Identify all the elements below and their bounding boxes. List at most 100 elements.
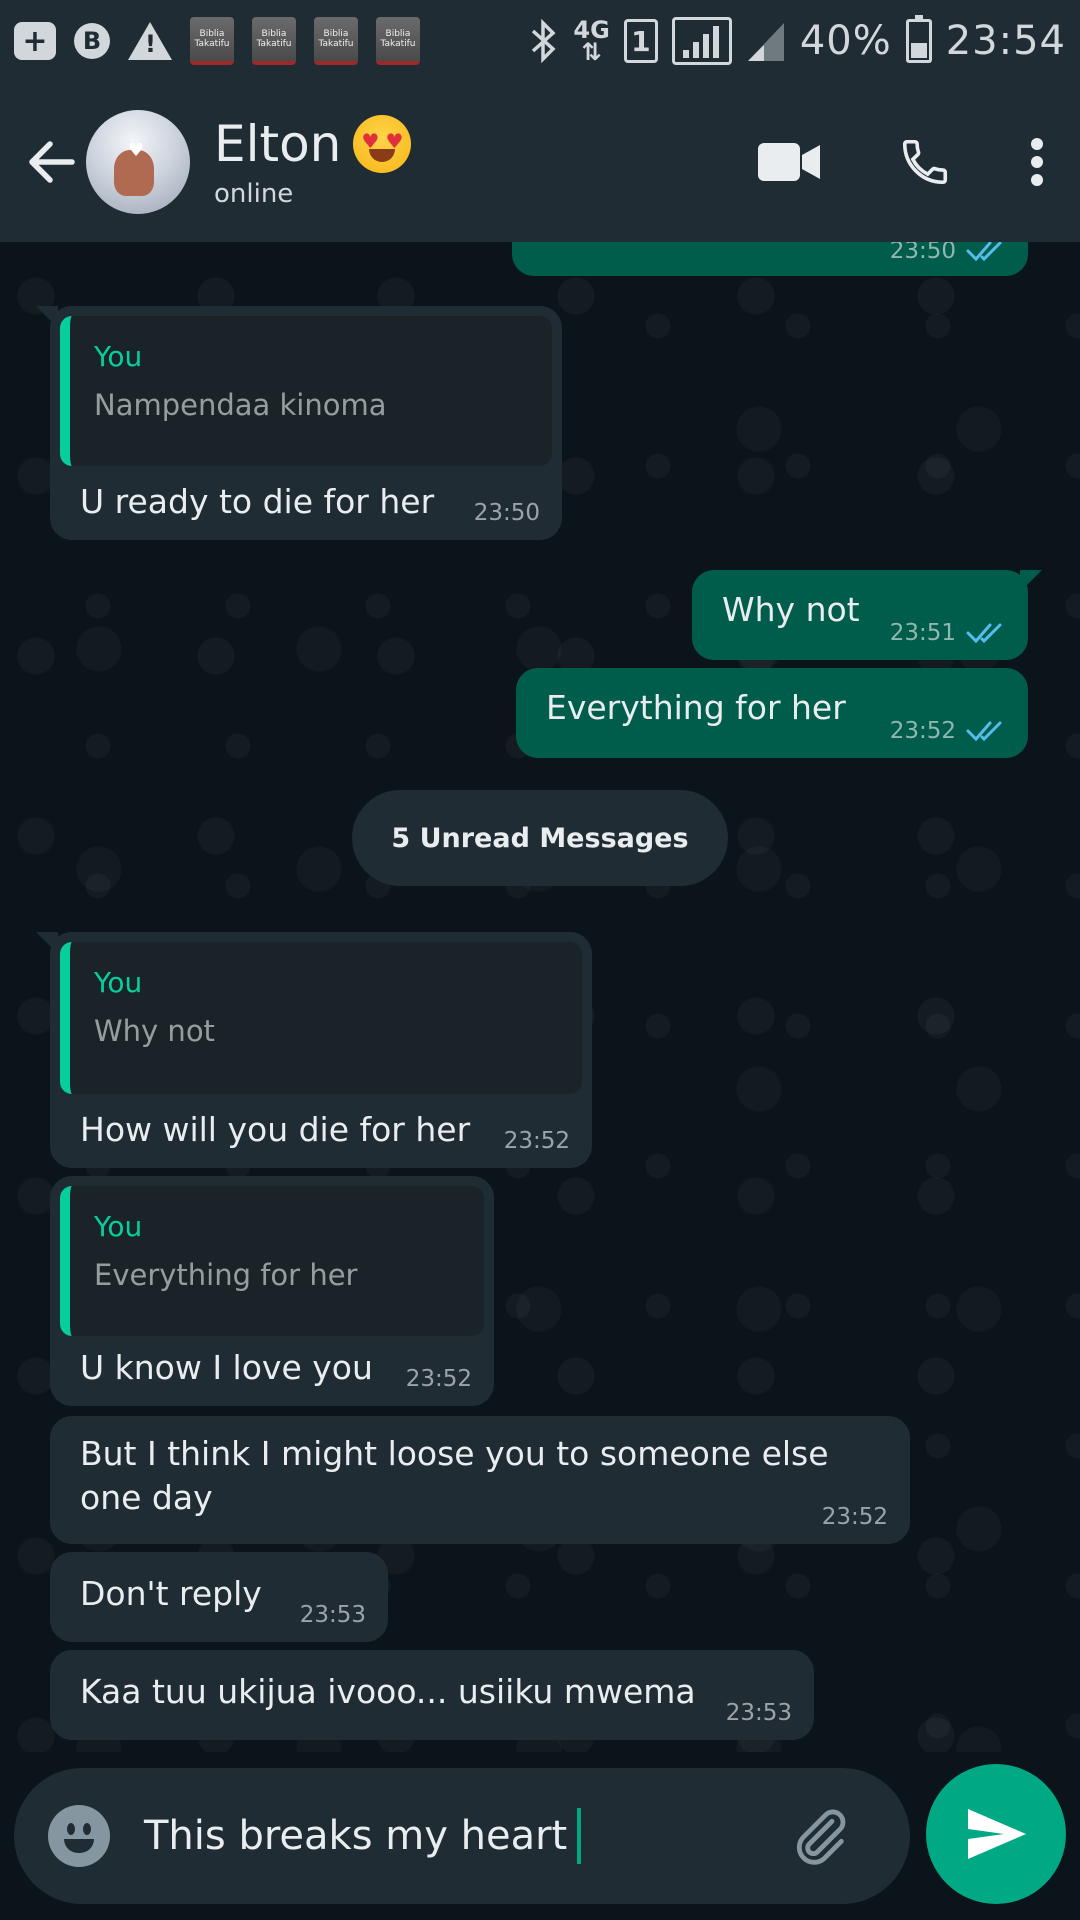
message-bubble-incoming[interactable]: But I think I might loose you to someone… (50, 1416, 910, 1544)
message-text-line-2: one day (80, 1478, 213, 1517)
message-meta: 23:52 (890, 718, 1006, 744)
message-input-text: This breaks my heart (144, 1813, 568, 1859)
message-bubble-outgoing[interactable]: 23:50 (512, 242, 1028, 276)
quote-author: You (94, 340, 143, 373)
b-app-icon: B (74, 23, 110, 59)
video-camera-icon (758, 143, 820, 181)
quoted-message[interactable]: You Everything for her (60, 1186, 484, 1336)
quote-text: Nampendaa kinoma (94, 388, 387, 422)
paperclip-icon (796, 1809, 846, 1865)
contact-name: Elton (214, 115, 342, 173)
bubble-tail (36, 306, 58, 328)
message-text: Why not (722, 590, 860, 629)
bible-app-icon: Biblia Takatifu (190, 17, 234, 65)
send-button[interactable] (926, 1764, 1066, 1904)
message-time: 23:52 (405, 1366, 472, 1392)
message-time: 23:53 (299, 1602, 366, 1628)
chat-area[interactable]: 23:50 You Nampendaa kinoma U ready to di… (0, 242, 1080, 1752)
message-text: How will you die for her (80, 1110, 471, 1149)
emoji-icon[interactable] (48, 1805, 110, 1867)
bible-app-icon: Biblia Takatifu (252, 17, 296, 65)
bible-app-icon: Biblia Takatifu (314, 17, 358, 65)
message-meta: 23:52 (504, 1128, 570, 1154)
contact-name-row: Elton ♥ ♥ (214, 115, 412, 173)
battery-fill (910, 42, 927, 58)
clock: 23:54 (945, 18, 1066, 64)
arrow-left-icon (29, 141, 75, 183)
bubble-tail (36, 932, 58, 954)
message-time: 23:51 (889, 620, 956, 646)
more-vertical-icon (1031, 138, 1043, 186)
contact-info[interactable]: Elton ♥ ♥ online (214, 115, 412, 209)
message-meta: 23:51 (890, 620, 1006, 646)
b-app-label: B (82, 27, 102, 55)
quote-author: You (94, 1210, 143, 1243)
message-bubble-incoming[interactable]: Don't reply 23:53 (50, 1552, 388, 1642)
data-arrows-icon: ⇅ (581, 38, 602, 66)
battery-percent: 40% (799, 18, 892, 64)
message-bubble-incoming[interactable]: You Nampendaa kinoma U ready to die for … (36, 306, 562, 540)
message-composer[interactable]: This breaks my heart (14, 1768, 910, 1904)
sim-badge: 1 (623, 19, 658, 63)
signal-strength-icon (671, 17, 732, 65)
message-bubble-outgoing[interactable]: Why not 23:51 (692, 570, 1042, 660)
message-meta: 23:53 (726, 1700, 792, 1726)
message-meta: 23:52 (822, 1504, 888, 1530)
message-time: 23:50 (473, 500, 540, 526)
message-time: 23:50 (889, 242, 956, 264)
more-options-button[interactable] (1030, 137, 1044, 187)
double-check-icon (966, 242, 1002, 262)
message-bubble-incoming[interactable]: You Why not How will you die for her 23:… (36, 932, 592, 1168)
message-text: U ready to die for her (80, 482, 435, 521)
message-text: Don't reply (80, 1574, 262, 1613)
quoted-message[interactable]: You Why not (60, 942, 582, 1094)
message-bubble-outgoing[interactable]: Everything for her 23:52 (516, 668, 1028, 758)
message-time: 23:52 (821, 1504, 888, 1530)
message-time: 23:52 (503, 1128, 570, 1154)
quote-text: Everything for her (94, 1258, 358, 1292)
message-text: Everything for her (546, 688, 846, 727)
double-check-icon (966, 721, 1002, 742)
status-bar: + B ! Biblia Takatifu Biblia Takatifu Bi… (0, 0, 1080, 82)
back-button[interactable] (20, 131, 82, 193)
message-meta: 23:52 (406, 1366, 472, 1392)
attach-button[interactable] (788, 1804, 852, 1868)
send-icon (968, 1809, 1026, 1859)
double-check-icon (966, 623, 1002, 644)
message-time: 23:52 (889, 718, 956, 744)
message-input[interactable]: This breaks my heart (144, 1808, 582, 1864)
message-time: 23:53 (725, 1700, 792, 1726)
sim-label: 1 (631, 24, 651, 58)
avatar[interactable]: ♥ (86, 110, 190, 214)
quoted-message[interactable]: You Nampendaa kinoma (60, 316, 552, 466)
text-caret (577, 1808, 582, 1864)
bible-app-label: Biblia Takatifu (256, 29, 292, 49)
video-call-button[interactable] (758, 141, 820, 183)
battery-icon (905, 15, 932, 63)
message-bubble-incoming[interactable]: You Everything for her U know I love you… (50, 1176, 494, 1406)
bible-app-label: Biblia Takatifu (318, 29, 354, 49)
message-text: Kaa tuu ukijua ivooo... usiiku mwema (80, 1672, 696, 1711)
quote-author: You (94, 966, 143, 999)
chat-header: ♥ Elton ♥ ♥ online (0, 82, 1080, 242)
signal-strength-2-icon (746, 19, 786, 63)
voice-call-button[interactable] (898, 135, 952, 189)
header-actions (758, 135, 1060, 189)
bubble-tail (1020, 570, 1042, 592)
quote-text: Why not (94, 1014, 215, 1048)
network-type: 4G ⇅ (573, 18, 609, 66)
message-bubble-incoming[interactable]: Kaa tuu ukijua ivooo... usiiku mwema 23:… (50, 1650, 814, 1740)
contact-status: online (214, 179, 294, 209)
message-meta: 23:50 (890, 242, 1006, 264)
avatar-heart-icon: ♥ (128, 140, 145, 161)
warning-icon: ! (128, 22, 172, 60)
bluetooth-icon (532, 19, 556, 63)
add-notification-icon: + (14, 22, 56, 60)
bible-app-label: Biblia Takatifu (380, 29, 416, 49)
message-text: U know I love you (80, 1348, 373, 1387)
phone-icon (902, 139, 948, 185)
bible-app-label: Biblia Takatifu (194, 29, 230, 49)
message-meta: 23:50 (474, 500, 540, 526)
heart-eyes-emoji-icon: ♥ ♥ (353, 115, 412, 173)
bible-app-icon: Biblia Takatifu (376, 17, 420, 65)
